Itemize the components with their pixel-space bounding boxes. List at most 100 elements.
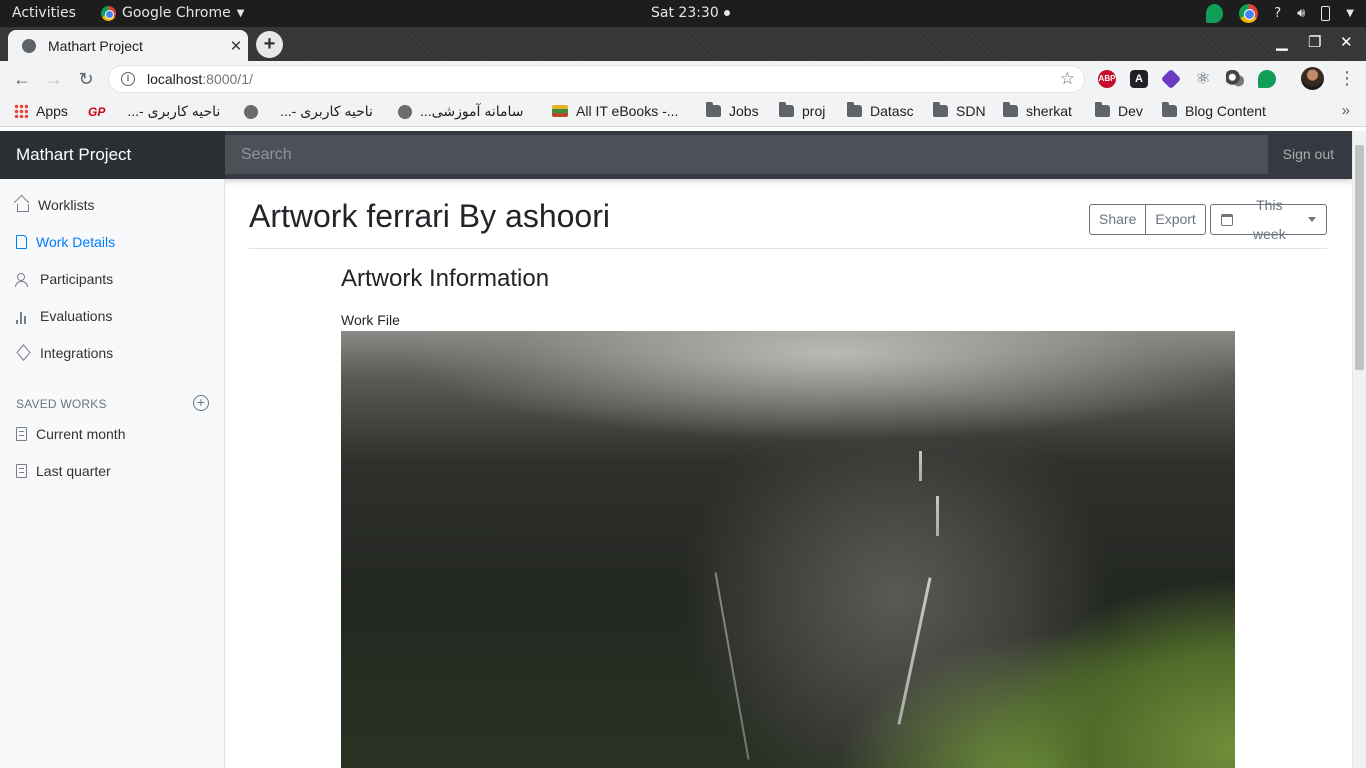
bookmark-item[interactable]: All IT eBooks -...	[552, 103, 678, 119]
bookmark-item[interactable]: سامانه آموزشی...	[398, 103, 524, 120]
cube-extension-icon[interactable]	[1160, 68, 1182, 90]
more-bookmarks-icon[interactable]: »	[1342, 102, 1350, 119]
saved-item-current-month[interactable]: Current month	[16, 426, 125, 442]
sidebar-item-label: Work Details	[36, 234, 116, 250]
export-button[interactable]: Export	[1146, 204, 1206, 235]
bookmark-label: SDN	[956, 103, 986, 119]
main-content: Artwork ferrari By ashoori Share Export …	[249, 179, 1327, 768]
web-page: Mathart Project Sign out Worklists Work …	[0, 131, 1352, 768]
tab-title: Mathart Project	[48, 37, 143, 54]
maximize-icon[interactable]: ❐	[1308, 33, 1321, 51]
folder-icon	[933, 102, 948, 117]
bookmark-label: Datasc	[870, 103, 914, 119]
sidebar-item-label: Worklists	[38, 197, 95, 213]
react-devtools-icon[interactable]: ⚛	[1194, 70, 1212, 88]
saved-item-label: Last quarter	[36, 463, 111, 479]
folder-icon	[779, 102, 794, 117]
activities-button[interactable]: Activities	[12, 5, 76, 21]
bookmark-folder-jobs[interactable]: Jobs	[706, 102, 759, 119]
reload-icon[interactable]: ↻	[74, 67, 98, 91]
system-menu-chevron-icon[interactable]: ▼	[1346, 8, 1354, 19]
clock-text: Sat 23:30	[651, 5, 719, 21]
browser-toolbar: ← → ↻ i localhost:8000/1/ ☆ ABP A ⚛ ⋮	[0, 61, 1366, 97]
bookmark-folder-datasc[interactable]: Datasc	[847, 102, 914, 119]
forward-arrow-icon[interactable]: →	[42, 67, 66, 91]
period-label: This week	[1253, 196, 1286, 242]
close-tab-icon[interactable]: ✕	[224, 37, 248, 55]
adblock-plus-icon[interactable]: ABP	[1098, 70, 1116, 88]
new-tab-button[interactable]: +	[256, 31, 283, 58]
books-icon	[552, 105, 568, 117]
help-icon[interactable]: ?	[1274, 6, 1281, 21]
waterfall-stream	[897, 577, 932, 725]
sidebar-item-work-details[interactable]: Work Details	[16, 234, 115, 250]
sidebar-item-worklists[interactable]: Worklists	[16, 197, 95, 213]
layers-icon	[16, 346, 31, 361]
bookmark-folder-proj[interactable]: proj	[779, 102, 826, 119]
section-title: Artwork Information	[341, 265, 550, 292]
bookmark-label: Apps	[36, 103, 68, 119]
app-menu[interactable]: Google Chrome ▼	[101, 5, 244, 21]
period-dropdown[interactable]: This week	[1210, 197, 1327, 242]
apps-grid-icon	[14, 104, 28, 118]
bookmark-folder-blog-content[interactable]: Blog Content	[1162, 102, 1266, 119]
artwork-image	[341, 331, 1235, 768]
address-bar[interactable]: i localhost:8000/1/ ☆	[108, 65, 1085, 93]
sign-out-link[interactable]: Sign out	[1283, 146, 1334, 162]
bookmark-folder-sherkat[interactable]: sherkat	[1003, 102, 1072, 119]
info-icon[interactable]: i	[121, 72, 135, 86]
chrome-tray-icon[interactable]	[1239, 4, 1259, 23]
hangouts-icon[interactable]	[1206, 4, 1224, 23]
bookmark-item[interactable]: ناحیه کاربری -...	[244, 103, 373, 120]
chrome-icon	[101, 5, 116, 21]
menu-dots-icon[interactable]: ⋮	[1338, 69, 1356, 87]
minimize-icon[interactable]: ▁	[1276, 33, 1288, 51]
app-navbar: Mathart Project Sign out	[0, 131, 1352, 179]
folder-icon	[706, 102, 721, 117]
scrollbar-thumb[interactable]	[1355, 145, 1364, 370]
profile-avatar[interactable]	[1301, 67, 1324, 90]
sidebar-item-integrations[interactable]: Integrations	[16, 345, 113, 361]
close-window-icon[interactable]: ✕	[1340, 33, 1353, 51]
users-icon	[15, 272, 31, 287]
waterfall-stream	[936, 496, 939, 536]
bookmark-label: Blog Content	[1185, 103, 1266, 119]
battery-icon[interactable]	[1321, 6, 1331, 21]
caret-down-icon	[1308, 217, 1316, 222]
bookmark-item[interactable]: GP ناحیه کاربری -...	[88, 103, 220, 120]
bookmark-star-icon[interactable]: ☆	[1060, 69, 1075, 89]
url-path: :8000/1/	[202, 71, 253, 87]
bar-chart-icon	[16, 309, 31, 324]
a-extension-icon[interactable]: A	[1130, 70, 1148, 88]
bookmark-label: All IT eBooks -...	[576, 103, 679, 119]
add-saved-work-icon[interactable]: +	[193, 395, 209, 411]
bookmark-apps[interactable]: Apps	[14, 103, 68, 119]
brand-link[interactable]: Mathart Project	[0, 131, 225, 179]
bookmark-label: Dev	[1118, 103, 1143, 119]
clock[interactable]: Sat 23:30	[651, 5, 730, 21]
system-tray: ? 🔊︎ ▼	[1206, 3, 1354, 24]
volume-icon[interactable]: 🔊︎	[1297, 6, 1305, 21]
bookmark-label: proj	[802, 103, 826, 119]
hangouts-extension-icon[interactable]	[1258, 70, 1276, 88]
bookmark-folder-sdn[interactable]: SDN	[933, 102, 986, 119]
page-scrollbar[interactable]	[1352, 131, 1366, 768]
sidebar-item-label: Evaluations	[40, 308, 113, 324]
sidebar-item-label: Integrations	[40, 345, 114, 361]
saved-item-last-quarter[interactable]: Last quarter	[16, 463, 111, 479]
bookmark-label: سامانه آموزشی...	[420, 103, 524, 119]
share-button[interactable]: Share	[1089, 204, 1147, 235]
sidebar-item-evaluations[interactable]: Evaluations	[16, 308, 112, 324]
back-arrow-icon[interactable]: ←	[10, 67, 34, 91]
sidebar-item-participants[interactable]: Participants	[15, 271, 113, 287]
folder-icon	[847, 102, 862, 117]
bookmark-folder-dev[interactable]: Dev	[1095, 102, 1143, 119]
search-input[interactable]	[225, 135, 1268, 174]
action-button-group: Share Export	[1089, 204, 1206, 235]
os-top-bar: Activities Google Chrome ▼ Sat 23:30 ? 🔊…	[0, 0, 1366, 27]
balls-extension-icon[interactable]	[1226, 70, 1244, 88]
bookmark-label: sherkat	[1026, 103, 1072, 119]
bookmark-label: ناحیه کاربری -...	[280, 103, 373, 119]
folder-icon	[1162, 102, 1177, 117]
browser-tab[interactable]: Mathart Project ✕	[8, 30, 248, 61]
